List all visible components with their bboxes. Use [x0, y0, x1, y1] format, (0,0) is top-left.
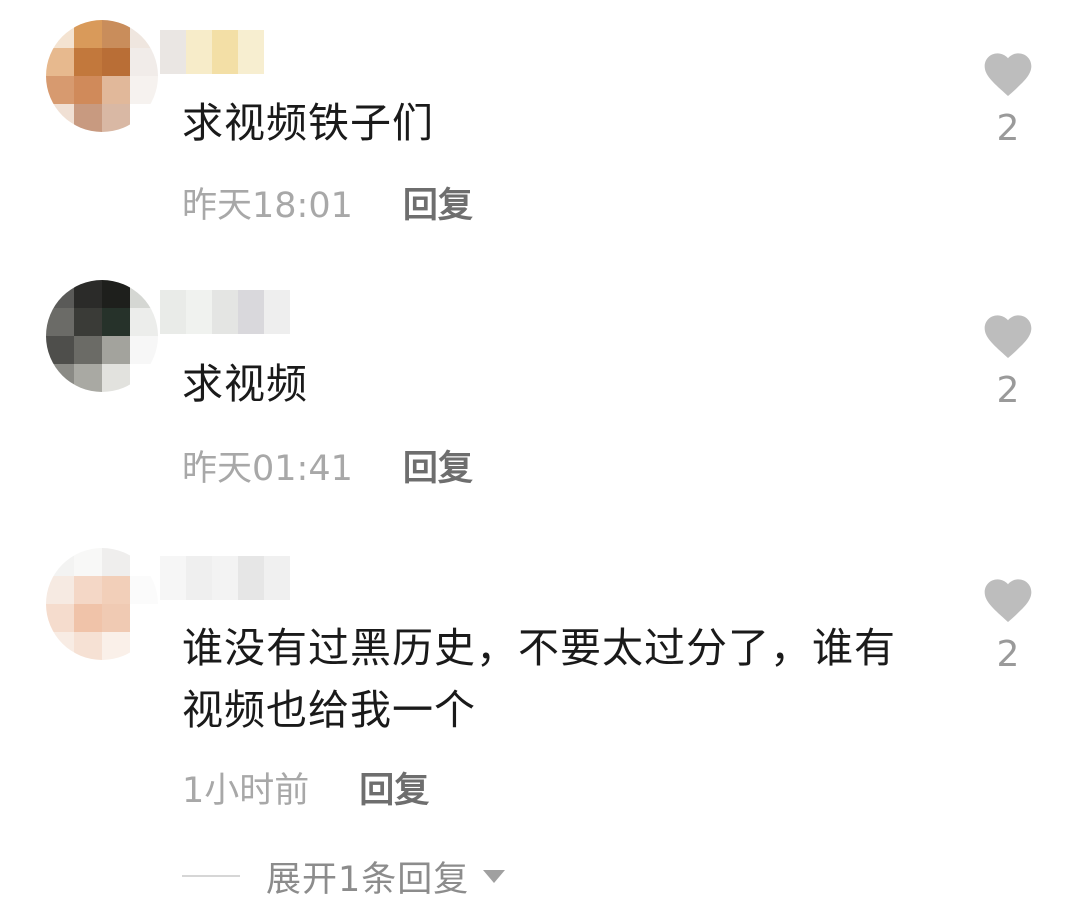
comment-time: 昨天18:01: [182, 185, 353, 226]
comment-text: 谁没有过黑历史，不要太过分了，谁有视频也给我一个: [182, 624, 896, 734]
avatar[interactable]: [46, 20, 158, 132]
chevron-down-icon: [483, 869, 506, 883]
username-blurred[interactable]: [160, 30, 290, 74]
expand-divider: [182, 875, 240, 877]
comment-meta: 昨天18:01 回复: [182, 177, 473, 227]
heart-icon: [984, 315, 1032, 359]
avatar[interactable]: [46, 548, 158, 660]
like-button[interactable]: 2: [978, 308, 1038, 411]
like-count: 2: [996, 108, 1020, 149]
expand-replies-label: 展开1条回复: [266, 859, 470, 900]
comment-text: 求视频铁子们: [182, 99, 434, 147]
like-count: 2: [996, 370, 1020, 411]
comment-text: 求视频: [182, 360, 308, 408]
expand-replies-button[interactable]: 展开1条回复: [182, 848, 506, 904]
like-count: 2: [996, 634, 1020, 675]
comment-meta: 1小时前 回复: [182, 762, 429, 812]
comment-time: 昨天01:41: [182, 448, 353, 489]
avatar[interactable]: [46, 280, 158, 392]
reply-button[interactable]: 回复: [403, 440, 473, 491]
like-button[interactable]: 2: [978, 46, 1038, 149]
username-blurred[interactable]: [160, 556, 290, 600]
reply-button[interactable]: 回复: [359, 762, 429, 813]
username-blurred[interactable]: [160, 290, 290, 334]
reply-button[interactable]: 回复: [403, 177, 473, 228]
comment-time: 1小时前: [182, 770, 310, 811]
heart-icon: [984, 53, 1032, 97]
comment-meta: 昨天01:41 回复: [182, 440, 473, 490]
like-button[interactable]: 2: [978, 572, 1038, 675]
heart-icon: [984, 579, 1032, 623]
